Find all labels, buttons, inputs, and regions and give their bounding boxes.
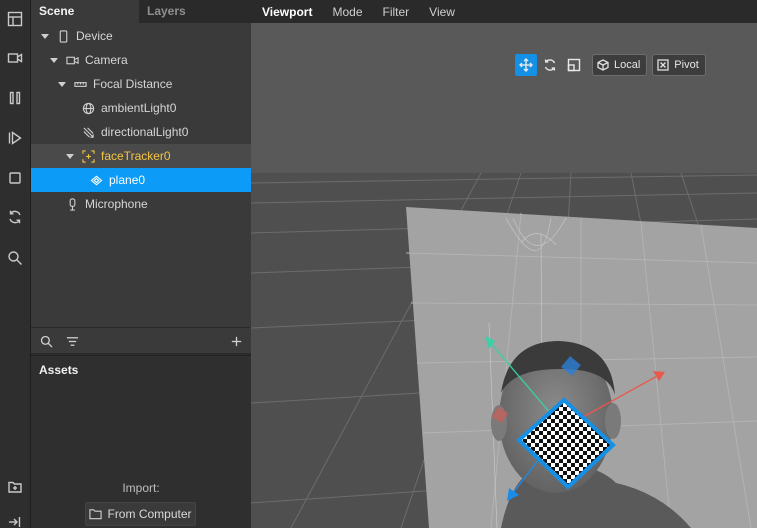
layout-icon[interactable] — [3, 7, 27, 31]
scene-render — [251, 23, 757, 528]
transform-toolbar: Local Pivot — [515, 53, 706, 77]
tab-scene[interactable]: Scene — [31, 0, 139, 23]
export-icon[interactable] — [3, 510, 27, 528]
add-object-button[interactable] — [228, 333, 244, 349]
search-icon[interactable] — [3, 246, 27, 270]
tree-item-label: Microphone — [85, 197, 148, 211]
menu-view[interactable]: View — [429, 5, 455, 19]
rotate-tool-button[interactable] — [539, 54, 561, 76]
tree-item-camera[interactable]: Camera — [31, 48, 251, 72]
globe-light-icon — [81, 101, 95, 115]
from-computer-button[interactable]: From Computer — [85, 502, 196, 526]
microphone-icon — [65, 197, 79, 211]
add-frame-icon[interactable] — [3, 475, 27, 499]
tree-item-label: Camera — [85, 53, 128, 67]
camera-icon — [65, 53, 79, 67]
local-label: Local — [614, 59, 641, 71]
left-toolbar — [0, 0, 31, 528]
tree-item-label: ambientLight0 — [101, 101, 177, 115]
ruler-icon — [73, 77, 87, 91]
tab-layers[interactable]: Layers — [139, 0, 194, 23]
tree-item-plane0[interactable]: plane0 — [31, 168, 251, 192]
scene-tabs: Scene Layers — [31, 0, 251, 23]
tree-item-label: Focal Distance — [93, 77, 173, 91]
face-tracker-icon — [81, 149, 95, 163]
assets-title: Assets — [39, 363, 79, 377]
pivot-toggle-button[interactable]: Pivot — [652, 54, 706, 76]
stop-icon[interactable] — [3, 166, 27, 190]
move-icon — [519, 58, 533, 72]
folder-icon — [89, 509, 103, 520]
menu-mode[interactable]: Mode — [332, 5, 362, 19]
filter-icon[interactable] — [64, 333, 80, 349]
refresh-icon[interactable] — [3, 205, 27, 229]
expand-arrow-icon[interactable] — [65, 151, 75, 161]
rotate-icon — [544, 59, 556, 71]
viewport-canvas[interactable]: Local Pivot — [251, 23, 757, 528]
tree-item-label: directionalLight0 — [101, 125, 189, 139]
tree-item-device[interactable]: Device — [31, 24, 251, 48]
expand-arrow-icon[interactable] — [49, 55, 59, 65]
plane-icon — [89, 173, 103, 187]
search-icon[interactable] — [38, 333, 54, 349]
device-icon — [56, 29, 70, 43]
menu-viewport[interactable]: Viewport — [262, 5, 312, 19]
from-computer-label: From Computer — [107, 507, 192, 521]
pause-icon[interactable] — [3, 86, 27, 110]
move-tool-button[interactable] — [515, 54, 537, 76]
pivot-label: Pivot — [674, 59, 699, 71]
scale-icon — [567, 58, 581, 72]
assets-panel: Assets Import: From Computer — [31, 355, 251, 528]
directional-light-icon — [81, 125, 95, 139]
tree-item-ambientlight0[interactable]: ambientLight0 — [31, 96, 251, 120]
local-toggle-button[interactable]: Local — [592, 54, 648, 76]
scene-panel: Scene Layers Device Camera Focal Distanc… — [31, 0, 251, 352]
import-label: Import: — [122, 481, 160, 495]
tree-item-label: faceTracker0 — [101, 149, 171, 163]
tree-item-focal-distance[interactable]: Focal Distance — [31, 72, 251, 96]
tree-item-directionallight0[interactable]: directionalLight0 — [31, 120, 251, 144]
plus-icon — [231, 336, 241, 346]
scene-footer — [31, 327, 251, 353]
play-step-icon[interactable] — [3, 126, 27, 150]
menu-filter[interactable]: Filter — [383, 5, 410, 19]
pivot-icon — [657, 59, 669, 71]
tree-item-facetracker0[interactable]: faceTracker0 — [31, 144, 251, 168]
viewport-menu-bar: Viewport Mode Filter View — [251, 0, 757, 23]
expand-arrow-icon[interactable] — [57, 79, 67, 89]
camera-record-icon[interactable] — [3, 46, 27, 70]
tree-item-label: Device — [76, 29, 113, 43]
tree-item-label: plane0 — [109, 173, 146, 187]
tree-item-microphone[interactable]: Microphone — [31, 192, 251, 216]
expand-arrow-icon[interactable] — [40, 31, 50, 41]
scale-tool-button[interactable] — [563, 54, 585, 76]
cube-icon — [597, 59, 609, 71]
